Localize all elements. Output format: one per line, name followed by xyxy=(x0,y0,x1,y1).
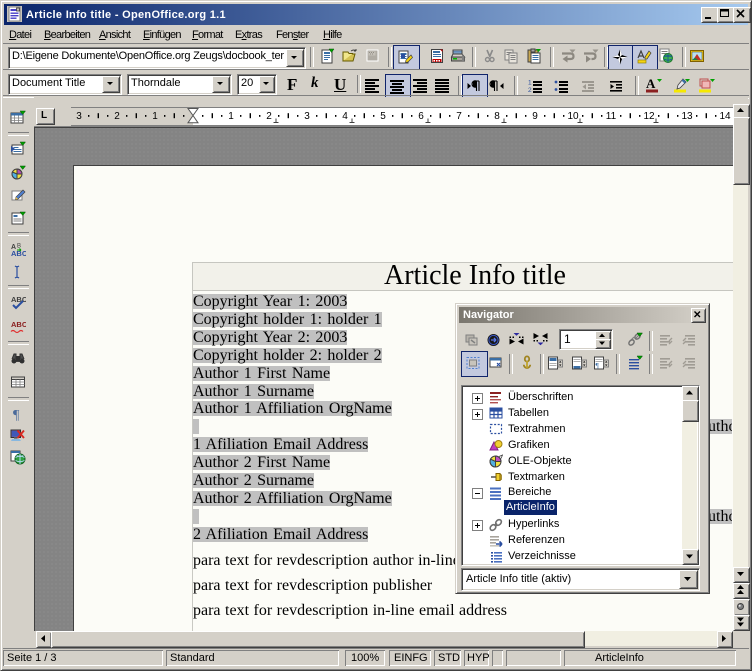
svg-text:1: 1 xyxy=(152,111,158,122)
svg-text:12: 12 xyxy=(643,111,655,122)
svg-text:7: 7 xyxy=(456,111,462,122)
svg-text:3: 3 xyxy=(76,111,82,122)
svg-text:3: 3 xyxy=(304,111,310,122)
svg-text:2: 2 xyxy=(114,111,120,122)
svg-text:2: 2 xyxy=(266,111,272,122)
svg-text:A: A xyxy=(646,77,656,91)
svg-text:ABC: ABC xyxy=(11,295,26,304)
svg-text:1: 1 xyxy=(228,111,234,122)
svg-text:ABC: ABC xyxy=(11,249,26,257)
svg-text:8: 8 xyxy=(494,111,500,122)
svg-text:4: 4 xyxy=(342,111,348,122)
svg-text:1: 1 xyxy=(528,80,532,87)
svg-text:2: 2 xyxy=(528,87,532,94)
svg-text:14: 14 xyxy=(719,111,731,122)
svg-text:¶: ¶ xyxy=(13,408,20,422)
svg-text:ABC: ABC xyxy=(11,320,26,329)
svg-text:6: 6 xyxy=(418,111,424,122)
svg-text:11: 11 xyxy=(606,111,617,122)
svg-text:10: 10 xyxy=(567,111,579,122)
svg-text:5: 5 xyxy=(380,111,386,122)
svg-text:9: 9 xyxy=(532,111,538,122)
svg-text:13: 13 xyxy=(681,111,693,122)
